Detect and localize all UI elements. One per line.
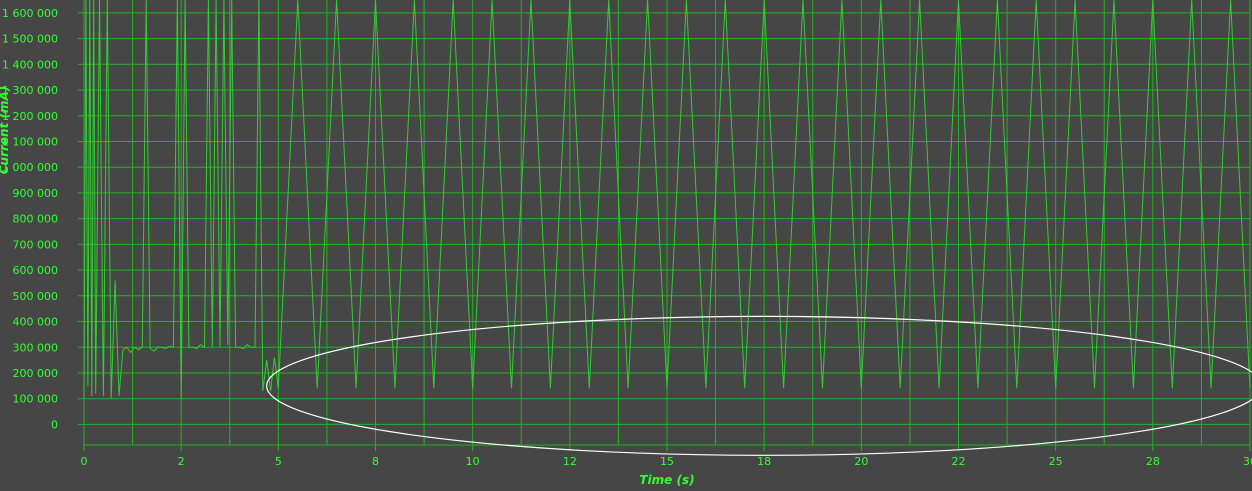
y-tick-label: 200 000	[13, 367, 59, 380]
x-tick-label: 28	[1146, 455, 1160, 468]
x-tick-label: 30	[1243, 455, 1252, 468]
y-tick-label: 1 500 000	[2, 33, 58, 46]
x-tick-label: 5	[275, 455, 282, 468]
y-tick-label: 700 000	[13, 238, 59, 251]
x-tick-label: 22	[952, 455, 966, 468]
y-axis-title: Current (mA)	[0, 86, 11, 175]
current-chart: 0 100 000 200 000 300 000 400 000 500 000 600 …	[0, 0, 1252, 487]
x-tick-label: 20	[854, 455, 868, 468]
x-tick-label: 10	[466, 455, 480, 468]
x-tick-label: 12	[563, 455, 577, 468]
y-tick-label: 800 000	[13, 213, 59, 226]
y-tick-label: 900 000	[13, 187, 59, 200]
y-tick-label: 400 000	[13, 316, 59, 329]
x-tick-label: 8	[372, 455, 379, 468]
x-tick-label: 0	[81, 455, 88, 468]
x-tick-label: 15	[660, 455, 674, 468]
y-tick-label: 300 000	[13, 341, 59, 354]
x-tick-label: 18	[757, 455, 771, 468]
y-tick-label: 0	[51, 418, 58, 431]
y-tick-label: 600 000	[13, 264, 59, 277]
y-tick-label: 500 000	[13, 290, 59, 303]
grid	[83, 0, 1251, 445]
x-tick-label: 25	[1049, 455, 1063, 468]
x-axis-title: Time (s)	[639, 473, 694, 487]
axes	[78, 0, 1251, 451]
x-tick-label: 2	[178, 455, 185, 468]
chart-svg: 0 100 000 200 000 300 000 400 000 500 000 600 …	[0, 0, 1252, 487]
y-tick-label: 1 400 000	[2, 58, 58, 71]
y-tick-label: 100 000	[13, 393, 59, 406]
y-tick-label: 1 600 000	[2, 7, 58, 20]
